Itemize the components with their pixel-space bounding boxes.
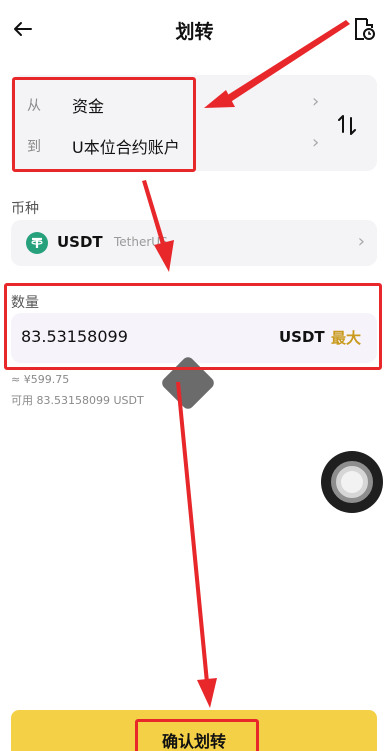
history-document-icon[interactable] — [351, 16, 377, 42]
from-chevron-icon[interactable]: › — [312, 91, 319, 112]
coin-name: TetherUS — [114, 235, 168, 249]
page-title: 划转 — [175, 21, 214, 43]
header: 划转 — [0, 0, 389, 56]
coin-symbol: USDT — [57, 233, 103, 251]
chevron-right-icon: › — [357, 231, 365, 252]
assistive-touch-core — [341, 471, 363, 493]
tether-icon — [26, 232, 48, 254]
to-chevron-icon[interactable]: › — [312, 132, 319, 153]
annotation-box-accounts — [12, 77, 196, 172]
annotation-box-amount — [4, 283, 382, 370]
fiat-estimate: ≈ ¥599.75 — [11, 373, 70, 386]
coin-section-label: 币种 — [11, 201, 39, 217]
available-balance: 可用 83.53158099 USDT — [11, 394, 144, 407]
annotation-arrow-3 — [176, 382, 209, 683]
annotation-box-confirm — [135, 719, 259, 751]
swap-arrows-icon[interactable] — [336, 112, 358, 138]
coin-selector[interactable]: USDT TetherUS › — [11, 220, 377, 266]
annotation-arrowhead-3 — [197, 678, 217, 708]
